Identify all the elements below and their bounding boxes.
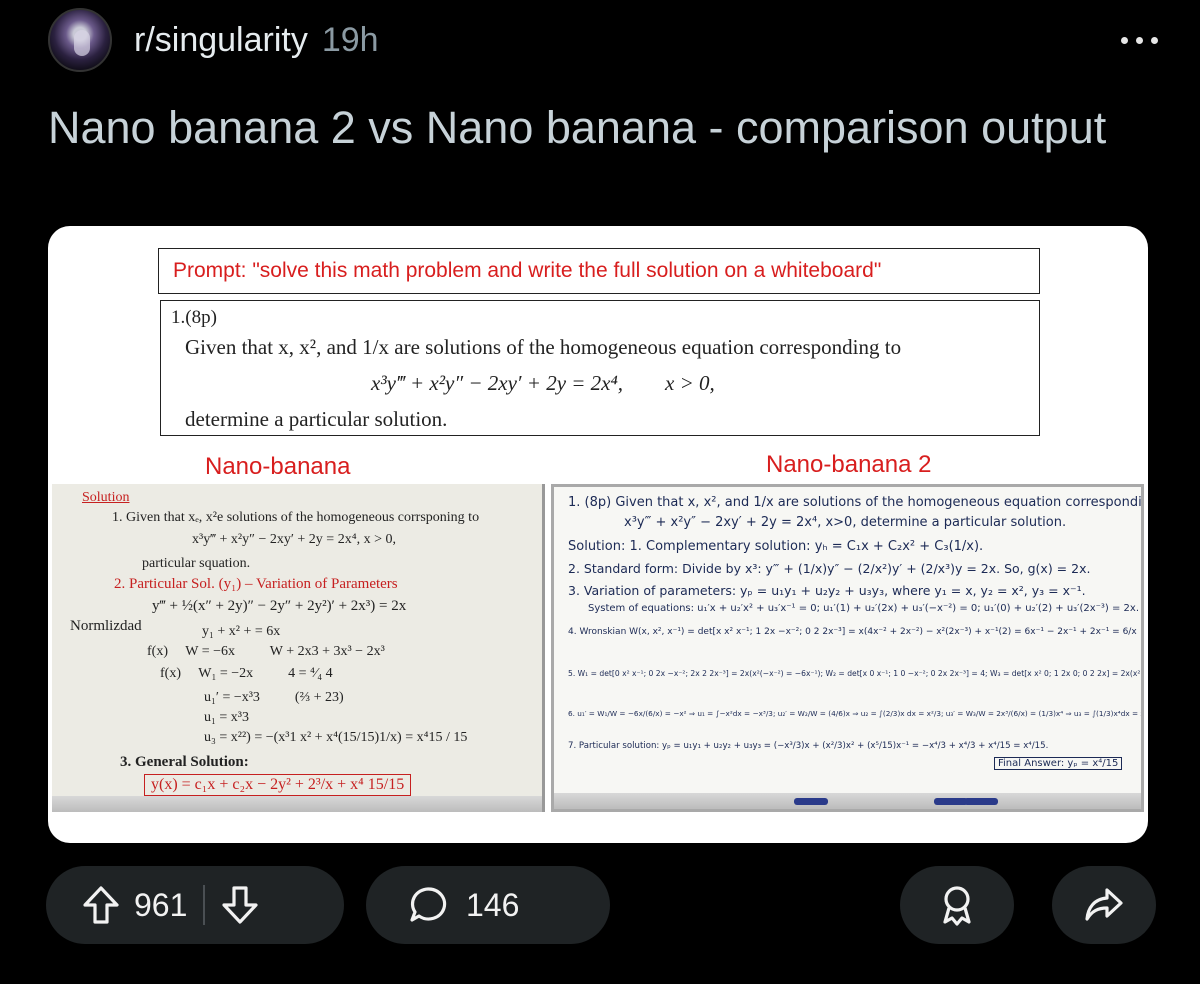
wb-left-line: f(x) W = −6x W + 2x3 + 3x³ − 2x³ xyxy=(147,644,385,659)
problem-box: 1.(8p) Given that x, x², and 1/x are sol… xyxy=(160,300,1040,436)
wb-left-line: 2. Particular Sol. (y₁) – Variation of P… xyxy=(114,576,398,592)
whiteboard-tray xyxy=(52,796,542,812)
post-header: r/singularity 19h xyxy=(48,8,1158,72)
label-nano-banana-2: Nano-banana 2 xyxy=(766,451,932,478)
problem-task: determine a particular solution. xyxy=(185,407,448,431)
comment-count: 146 xyxy=(466,886,520,923)
more-horizontal-icon xyxy=(1121,36,1128,44)
wb-left-line: y‴ + ½(x″ + 2y)″ − 2y″ + 2y²)′ + 2x³) = … xyxy=(152,598,407,614)
whiteboard-nano-banana: Solution 1. Given that xₑ, x²e solutions… xyxy=(52,484,545,812)
wb-left-line: y₁ + x² + = 6x xyxy=(202,624,281,639)
wb-left-line: 1. Given that xₑ, x²e solutions of the h… xyxy=(112,510,480,525)
wb-right-line: System of equations: u₁′x + u₂′x² + u₃′x… xyxy=(588,603,1140,614)
post-action-bar: 961 146 xyxy=(46,866,1156,944)
wb-left-line: Solution xyxy=(82,490,130,505)
wb-left-line: f(x) W₁ = −2x 4 = ⁴⁄₄ 4 xyxy=(160,666,333,681)
wb-right-line: 5. W₁ = det[0 x² x⁻¹; 0 2x −x⁻²; 2x 2 2x… xyxy=(568,669,1144,678)
vote-control: 961 xyxy=(46,866,344,944)
problem-number: 1.(8p) xyxy=(171,307,217,328)
upvote-button[interactable] xyxy=(82,885,120,925)
wb-right-line: 3. Variation of parameters: yₚ = u₁y₁ + … xyxy=(568,583,1086,598)
wb-left-line: u₁ = x³3 xyxy=(204,710,249,725)
wb-right-line: 7. Particular solution: yₚ = u₁y₁ + u₂y₂… xyxy=(568,741,1049,751)
share-button[interactable] xyxy=(1052,866,1156,944)
post-image[interactable]: Prompt: "solve this math problem and wri… xyxy=(48,226,1148,843)
award-ribbon-icon xyxy=(943,886,971,926)
post-title[interactable]: Nano banana 2 vs Nano banana - compariso… xyxy=(48,100,1108,156)
wb-left-line: Normlizdad xyxy=(70,618,142,634)
speech-bubble-icon xyxy=(410,887,447,922)
wb-left-line: x³y‴ + x²y″ − 2xy′ + 2y = 2x⁴, x > 0, xyxy=(192,532,396,547)
wb-left-line: u₃ = x²²) = −(x³1 x² + x⁴(15/15)1/x) = x… xyxy=(204,730,468,745)
more-options-button[interactable] xyxy=(1121,36,1158,44)
problem-statement: Given that x, x², and 1/x are solutions … xyxy=(185,335,902,359)
subreddit-avatar[interactable] xyxy=(48,8,112,72)
marker xyxy=(964,798,998,805)
prompt-box: Prompt: "solve this math problem and wri… xyxy=(158,248,1040,294)
share-arrow-icon xyxy=(1085,888,1123,921)
problem-equation: x³y‴ + x²y″ − 2xy′ + 2y = 2x⁴, x > 0, xyxy=(371,371,715,395)
award-button[interactable] xyxy=(900,866,1014,944)
wb-right-final-answer: Final Answer: yₚ = x⁴/15 xyxy=(994,757,1123,770)
comments-button[interactable]: 146 xyxy=(366,866,610,944)
wb-left-line: particular squation. xyxy=(142,556,251,571)
wb-right-line: 4. Wronskian W(x, x², x⁻¹) = det[x x² x⁻… xyxy=(568,627,1137,637)
subreddit-name[interactable]: r/singularity xyxy=(134,21,308,60)
wb-right-line: Solution: 1. Complementary solution: yₕ … xyxy=(568,539,984,554)
wb-right-line: x³y‴ + x²y″ − 2xy′ + 2y = 2x⁴, x>0, dete… xyxy=(624,515,1067,530)
wb-left-line: 3. General Solution: xyxy=(120,754,249,770)
upvote-count: 961 xyxy=(134,886,188,923)
wb-right-line: 6. u₁′ = W₁/W = −6x/(6/x) = −x² ⇒ u₁ = ∫… xyxy=(568,709,1144,718)
arrow-down-icon xyxy=(222,886,258,924)
label-nano-banana: Nano-banana xyxy=(205,453,351,480)
divider xyxy=(203,885,206,925)
marker xyxy=(794,798,828,805)
wb-right-line: 1. (8p) Given that x, x², and 1/x are so… xyxy=(568,495,1144,510)
wb-right-line: 2. Standard form: Divide by x³: y‴ + (1/… xyxy=(568,561,1091,576)
wb-left-line: u₁′ = −x³3 (⅔ + 23) xyxy=(204,690,344,705)
downvote-button[interactable] xyxy=(221,885,259,925)
arrow-up-icon xyxy=(83,886,119,924)
whiteboard-nano-banana-2: 1. (8p) Given that x, x², and 1/x are so… xyxy=(551,484,1144,812)
post-age: 19h xyxy=(321,20,379,59)
whiteboard-tray xyxy=(554,793,1141,809)
marker xyxy=(934,798,968,805)
wb-left-final-answer: y(x) = c₁x + c₂x − 2y² + 2³/x + x⁴ 15/15 xyxy=(144,774,412,796)
